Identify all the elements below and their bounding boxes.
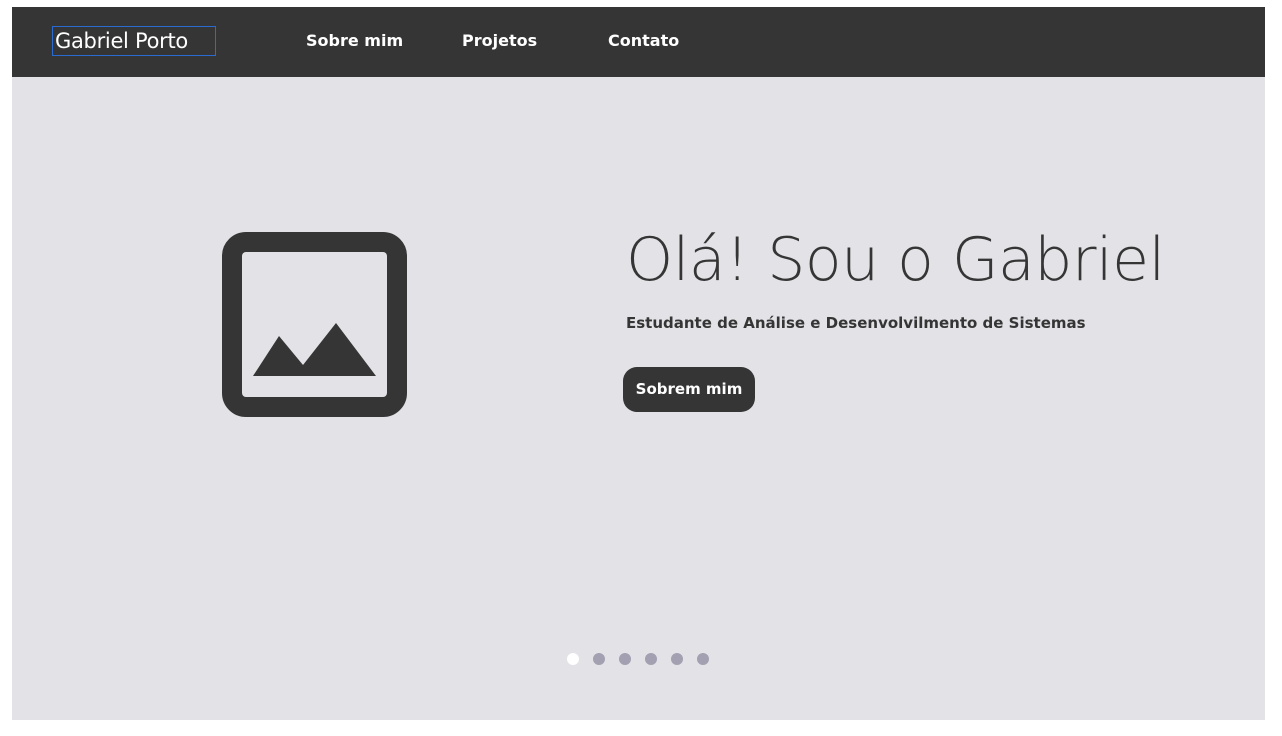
carousel-dot-3[interactable] — [619, 653, 631, 665]
nav-link-projetos[interactable]: Projetos — [462, 31, 537, 51]
carousel-dot-2[interactable] — [593, 653, 605, 665]
hero-title: Olá! Sou o Gabriel — [626, 225, 1165, 295]
image-placeholder-icon — [222, 232, 407, 417]
about-me-button[interactable]: Sobrem mim — [623, 367, 755, 412]
nav-link-sobre-mim[interactable]: Sobre mim — [306, 31, 403, 51]
carousel-dot-1[interactable] — [567, 653, 579, 665]
nav-link-contato[interactable]: Contato — [608, 31, 679, 51]
carousel-dot-6[interactable] — [697, 653, 709, 665]
carousel-dot-5[interactable] — [671, 653, 683, 665]
brand-logo[interactable]: Gabriel Porto — [52, 26, 216, 56]
hero-subtitle: Estudante de Análise e Desenvolvilmento … — [626, 314, 1086, 332]
page-frame: Gabriel Porto Sobre mim Projetos Contato… — [12, 7, 1265, 720]
carousel-dot-4[interactable] — [645, 653, 657, 665]
navbar: Gabriel Porto Sobre mim Projetos Contato — [12, 7, 1265, 77]
